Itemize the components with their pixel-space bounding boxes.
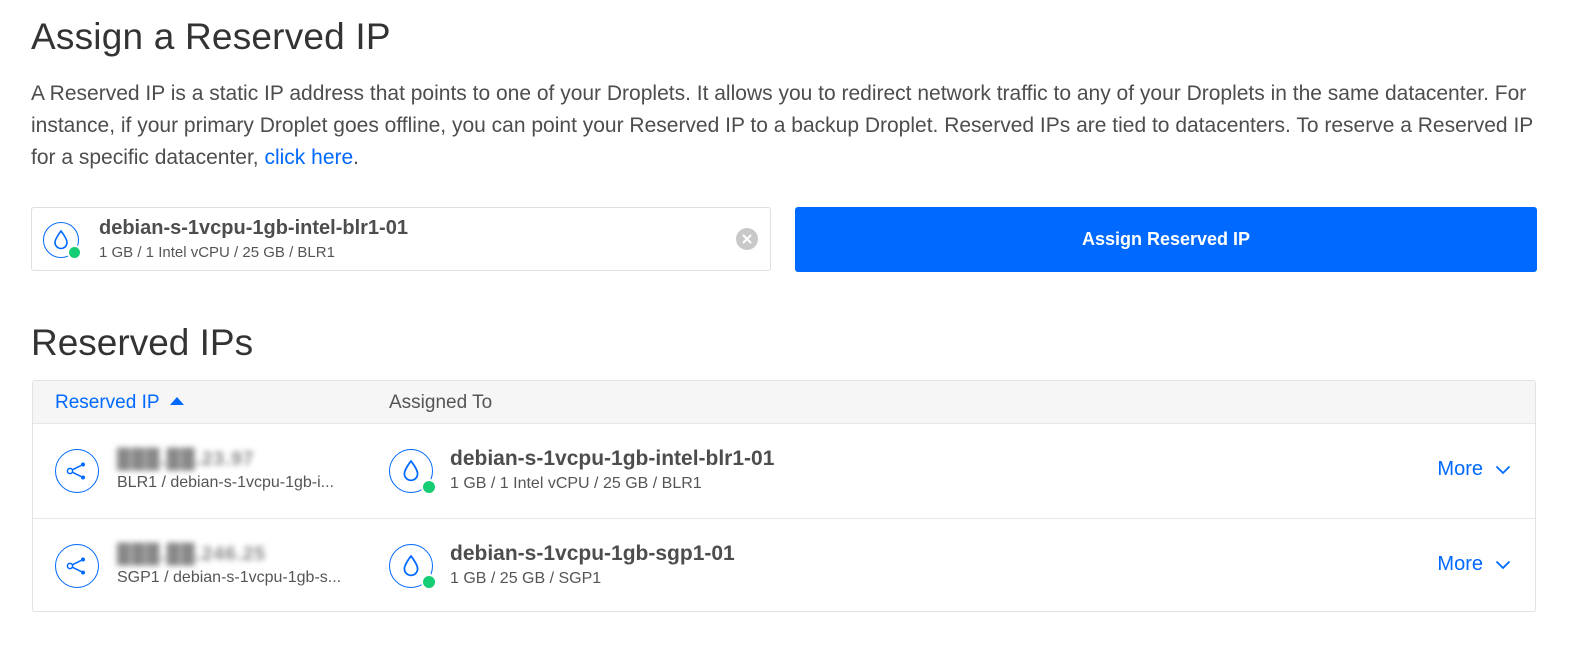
column-label: Reserved IP: [55, 392, 160, 413]
selected-droplet-meta: 1 GB / 1 Intel vCPU / 25 GB / BLR1: [99, 244, 335, 261]
reserved-ip-address[interactable]: ███.██.246.25: [117, 544, 266, 566]
click-here-link[interactable]: click here: [264, 146, 353, 169]
more-label: More: [1437, 553, 1483, 575]
more-label: More: [1437, 458, 1483, 480]
chevron-down-icon: [1495, 560, 1511, 569]
description-end: .: [353, 146, 360, 169]
close-icon: [742, 234, 752, 244]
reserved-ips-title: Reserved IPs: [31, 322, 254, 363]
droplet-selector[interactable]: debian-s-1vcpu-1gb-intel-blr1-01 1 GB / …: [31, 207, 771, 271]
status-active-dot: [421, 574, 437, 590]
droplet-icon: [389, 449, 437, 495]
assign-reserved-ip-button[interactable]: Assign Reserved IP: [795, 207, 1537, 272]
reserved-ips-table: Reserved IP Assigned To ███.██.23.97 BLR…: [32, 380, 1536, 612]
page-description: A Reserved IP is a static IP address tha…: [31, 78, 1541, 174]
sort-ascending-icon: [169, 397, 184, 405]
status-active-dot: [67, 245, 82, 260]
description-text: A Reserved IP is a static IP address tha…: [31, 82, 1533, 169]
reserved-ip-icon: [55, 544, 99, 588]
droplet-icon: [389, 544, 437, 590]
page-title: Assign a Reserved IP: [31, 16, 391, 57]
reserved-ip-subtitle: SGP1 / debian-s-1vcpu-1gb-s...: [117, 569, 342, 586]
status-active-dot: [421, 479, 437, 495]
assigned-droplet-meta: 1 GB / 25 GB / SGP1: [450, 570, 602, 587]
column-header-reserved-ip[interactable]: Reserved IP: [55, 392, 184, 414]
droplet-icon: [43, 222, 82, 260]
table-header: Reserved IP Assigned To: [33, 381, 1535, 424]
table-row: ███.██.246.25 SGP1 / debian-s-1vcpu-1gb-…: [33, 519, 1535, 613]
table-row: ███.██.23.97 BLR1 / debian-s-1vcpu-1gb-i…: [33, 424, 1535, 519]
reserved-ip-subtitle: BLR1 / debian-s-1vcpu-1gb-i...: [117, 474, 334, 491]
reserved-ip-address[interactable]: ███.██.23.97: [117, 449, 254, 471]
column-header-assigned-to[interactable]: Assigned To: [389, 392, 492, 414]
selected-droplet-name: debian-s-1vcpu-1gb-intel-blr1-01: [99, 217, 408, 239]
assigned-droplet-name[interactable]: debian-s-1vcpu-1gb-sgp1-01: [450, 542, 735, 566]
assigned-droplet-meta: 1 GB / 1 Intel vCPU / 25 GB / BLR1: [450, 475, 702, 492]
clear-selection-button[interactable]: [736, 228, 758, 250]
reserved-ip-icon: [55, 449, 99, 493]
chevron-down-icon: [1495, 465, 1511, 474]
more-menu-button[interactable]: More: [1437, 458, 1511, 481]
assigned-droplet-name[interactable]: debian-s-1vcpu-1gb-intel-blr1-01: [450, 447, 774, 471]
more-menu-button[interactable]: More: [1437, 553, 1511, 576]
